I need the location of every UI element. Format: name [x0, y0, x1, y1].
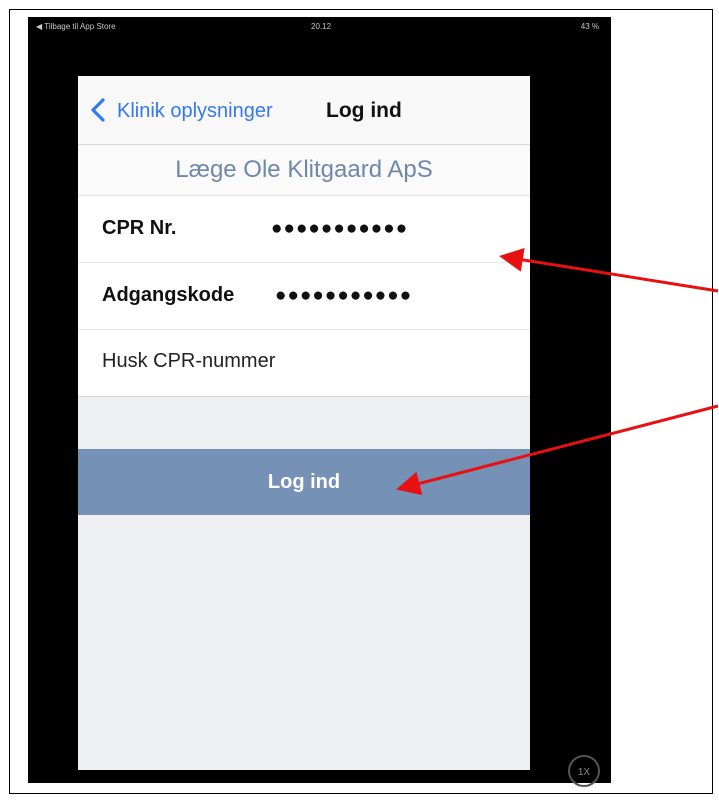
annotation-arrow-to-fields	[499, 247, 719, 293]
annotation-arrow-to-login	[396, 404, 719, 496]
annotation-arrows	[396, 247, 719, 496]
